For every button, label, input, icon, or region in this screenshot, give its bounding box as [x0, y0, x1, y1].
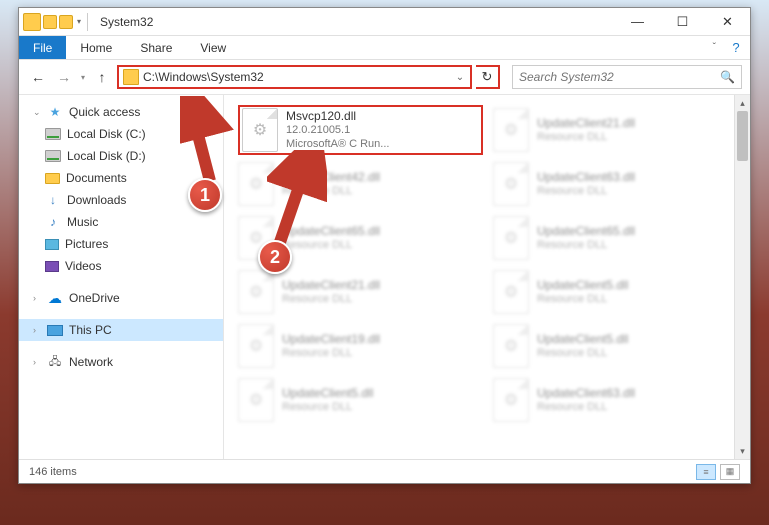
dll-icon: ⚙ — [493, 108, 529, 152]
maximize-button[interactable]: ☐ — [660, 8, 705, 36]
body: ⌄ ★ Quick access Local Disk (C:) Local D… — [19, 94, 750, 459]
scroll-down-button[interactable]: ▾ — [735, 443, 750, 459]
search-input[interactable] — [519, 70, 720, 84]
cloud-icon — [47, 290, 63, 306]
help-button[interactable]: ? — [722, 36, 750, 59]
picture-icon — [45, 239, 59, 250]
dll-icon: ⚙ — [238, 378, 274, 422]
dll-icon: ⚙ — [238, 270, 274, 314]
file-item[interactable]: ⚙UpdateClient21.dllResource DLL — [493, 105, 738, 155]
chevron-right-icon[interactable]: › — [33, 357, 41, 367]
star-icon: ★ — [47, 104, 63, 120]
quick-access-toolbar: ▾ — [19, 13, 92, 31]
navigation-bar: ← → ▾ ↑ C:\Windows\System32 ⌄ ↻ 🔍 — [19, 60, 750, 94]
music-icon — [45, 214, 61, 230]
dll-icon: ⚙ — [238, 324, 274, 368]
disk-icon — [45, 128, 61, 140]
network-icon — [47, 354, 63, 370]
tab-file[interactable]: File — [19, 36, 66, 59]
minimize-button[interactable]: — — [615, 8, 660, 36]
sidebar-item-videos[interactable]: Videos — [19, 255, 223, 277]
window-controls: — ☐ ✕ — [615, 8, 750, 36]
up-button[interactable]: ↑ — [91, 66, 113, 88]
search-icon[interactable]: 🔍 — [720, 70, 735, 84]
qat-button-2[interactable] — [59, 15, 73, 29]
annotation-arrow-1 — [180, 96, 250, 186]
search-box[interactable]: 🔍 — [512, 65, 742, 89]
disk-icon — [45, 150, 61, 162]
separator — [87, 13, 88, 31]
qat-button-1[interactable] — [43, 15, 57, 29]
item-count: 146 items — [29, 466, 77, 478]
sidebar-this-pc[interactable]: › This PC — [19, 319, 223, 341]
file-item[interactable]: ⚙UpdateClient63.dllResource DLL — [493, 375, 738, 425]
qat-dropdown-icon[interactable]: ▾ — [77, 17, 81, 26]
vertical-scrollbar[interactable]: ▴ ▾ — [734, 95, 750, 459]
folder-icon — [23, 13, 41, 31]
file-item[interactable]: ⚙UpdateClient63.dllResource DLL — [493, 159, 738, 209]
file-item[interactable]: ⚙UpdateClient19.dllResource DLL — [238, 321, 483, 371]
file-name: Msvcp120.dll — [286, 109, 389, 124]
sidebar-network[interactable]: › Network — [19, 351, 223, 373]
pc-icon — [47, 325, 63, 336]
tab-home[interactable]: Home — [66, 36, 126, 59]
history-dropdown-icon[interactable]: ▾ — [81, 73, 85, 82]
dll-icon: ⚙ — [493, 378, 529, 422]
address-dropdown-icon[interactable]: ⌄ — [450, 72, 470, 83]
dll-icon: ⚙ — [493, 216, 529, 260]
file-item-msvcp120[interactable]: ⚙ Msvcp120.dll 12.0.21005.1 MicrosoftA® … — [238, 105, 483, 155]
view-large-icons-button[interactable]: ▦ — [720, 464, 740, 480]
file-version: 12.0.21005.1 — [286, 124, 389, 138]
refresh-button[interactable]: ↻ — [476, 65, 500, 89]
sidebar-item-music[interactable]: Music — [19, 211, 223, 233]
dll-icon: ⚙ — [493, 324, 529, 368]
ribbon-tabs: File Home Share View ˇ ? — [19, 36, 750, 60]
title-bar: ▾ System32 — ☐ ✕ — [19, 8, 750, 36]
scroll-thumb[interactable] — [737, 111, 748, 161]
back-button[interactable]: ← — [27, 66, 49, 88]
folder-icon — [123, 69, 139, 85]
download-icon — [45, 192, 61, 208]
status-bar: 146 items ≡ ▦ — [19, 459, 750, 483]
annotation-arrow-2 — [267, 150, 327, 250]
file-item[interactable]: ⚙UpdateClient21.dllResource DLL — [238, 267, 483, 317]
file-item[interactable]: ⚙UpdateClient65.dllResource DLL — [493, 213, 738, 263]
file-grid: ⚙ Msvcp120.dll 12.0.21005.1 MicrosoftA® … — [224, 95, 750, 435]
collapse-ribbon-icon[interactable]: ˇ — [713, 42, 716, 53]
annotation-badge-1: 1 — [188, 178, 222, 212]
chevron-down-icon[interactable]: ⌄ — [33, 107, 41, 118]
chevron-right-icon[interactable]: › — [33, 293, 41, 303]
address-path[interactable]: C:\Windows\System32 — [143, 70, 450, 84]
chevron-right-icon[interactable]: › — [33, 325, 41, 335]
tab-view[interactable]: View — [186, 36, 240, 59]
sidebar-label: Quick access — [69, 105, 140, 119]
sidebar-onedrive[interactable]: › OneDrive — [19, 287, 223, 309]
file-item[interactable]: ⚙UpdateClient5.dllResource DLL — [493, 267, 738, 317]
dll-icon: ⚙ — [493, 162, 529, 206]
sidebar-item-pictures[interactable]: Pictures — [19, 233, 223, 255]
view-details-button[interactable]: ≡ — [696, 464, 716, 480]
window-title: System32 — [100, 15, 153, 29]
forward-button[interactable]: → — [53, 66, 75, 88]
explorer-window: ▾ System32 — ☐ ✕ File Home Share View ˇ … — [18, 7, 751, 484]
video-icon — [45, 261, 59, 272]
close-button[interactable]: ✕ — [705, 8, 750, 36]
folder-icon — [45, 173, 60, 184]
dll-icon: ⚙ — [493, 270, 529, 314]
annotation-badge-2: 2 — [258, 240, 292, 274]
address-bar[interactable]: C:\Windows\System32 ⌄ — [117, 65, 472, 89]
tab-share[interactable]: Share — [126, 36, 186, 59]
file-item[interactable]: ⚙UpdateClient5.dllResource DLL — [493, 321, 738, 371]
scroll-up-button[interactable]: ▴ — [735, 95, 750, 111]
file-item[interactable]: ⚙UpdateClient5.dllResource DLL — [238, 375, 483, 425]
